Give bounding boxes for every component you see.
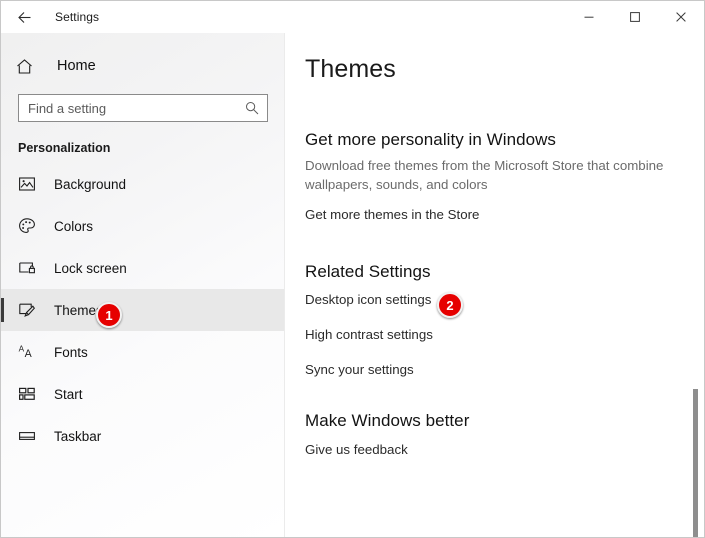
minimize-icon xyxy=(584,16,594,18)
section-heading: Make Windows better xyxy=(305,411,470,430)
link-row: High contrast settings xyxy=(305,327,704,342)
back-button[interactable] xyxy=(7,2,41,32)
sidebar-item-taskbar[interactable]: Taskbar xyxy=(1,415,284,457)
sidebar-section-title: Personalization xyxy=(18,141,111,155)
svg-text:A: A xyxy=(25,348,33,360)
link-get-more-themes-in-store[interactable]: Get more themes in the Store xyxy=(305,207,479,222)
sidebar-item-lock-screen[interactable]: Lock screen xyxy=(1,247,284,289)
link-sync-your-settings[interactable]: Sync your settings xyxy=(305,362,414,377)
link-give-us-feedback[interactable]: Give us feedback xyxy=(305,442,408,457)
callout-badge-2: 2 xyxy=(437,292,463,318)
sidebar-item-start[interactable]: Start xyxy=(1,373,284,415)
sidebar-item-label: Start xyxy=(54,386,83,402)
themes-brush-icon xyxy=(15,301,39,319)
section-heading: Get more personality in Windows xyxy=(305,130,556,149)
page-title: Themes xyxy=(305,55,396,83)
link-high-contrast-settings[interactable]: High contrast settings xyxy=(305,327,433,342)
link-desktop-icon-settings[interactable]: Desktop icon settings xyxy=(305,292,431,307)
sidebar-item-background[interactable]: Background xyxy=(1,163,284,205)
link-row: Desktop icon settings xyxy=(305,292,704,307)
section-get-more-personality: Get more personality in Windows Download… xyxy=(305,130,704,224)
link-row: Sync your settings xyxy=(305,362,704,377)
sidebar-item-colors[interactable]: Colors xyxy=(1,205,284,247)
callout-badge-1: 1 xyxy=(96,302,122,328)
sidebar-item-label: Lock screen xyxy=(54,260,127,276)
sidebar-item-label: Taskbar xyxy=(54,428,102,444)
search-icon xyxy=(245,101,259,115)
section-make-windows-better: Make Windows better Give us feedback xyxy=(305,411,704,459)
taskbar-icon xyxy=(15,427,39,445)
sidebar-item-themes[interactable]: Themes xyxy=(1,289,284,331)
main-content: Themes Get more personality in Windows D… xyxy=(285,33,704,537)
sidebar-nav-list: Background Colors Lock screen Themes A A… xyxy=(1,163,284,457)
sidebar-item-label: Fonts xyxy=(54,344,88,360)
lock-screen-icon xyxy=(15,259,39,277)
content-scrollbar[interactable] xyxy=(689,33,703,537)
search-input[interactable] xyxy=(19,95,267,121)
sidebar-item-fonts[interactable]: A A Fonts xyxy=(1,331,284,373)
fonts-aa-icon: A A xyxy=(15,343,39,361)
settings-window: Settings Home Find a setting Personaliza… xyxy=(0,0,705,538)
section-description: Download free themes from the Microsoft … xyxy=(305,158,664,192)
home-icon xyxy=(15,57,41,76)
section-related-settings: Related Settings Desktop icon settings H… xyxy=(305,262,704,377)
caption-button-group xyxy=(566,1,704,32)
window-title: Settings xyxy=(55,10,100,24)
close-icon xyxy=(676,11,686,22)
sidebar-item-home[interactable]: Home xyxy=(1,47,284,85)
scrollbar-thumb[interactable] xyxy=(693,389,698,537)
minimize-button[interactable] xyxy=(566,1,612,32)
sidebar: Home Personalization xyxy=(1,33,284,537)
sidebar-item-label: Colors xyxy=(54,218,94,234)
maximize-button[interactable] xyxy=(612,1,658,32)
start-tiles-icon xyxy=(15,385,39,403)
sidebar-item-label: Background xyxy=(54,176,127,192)
home-label: Home xyxy=(57,58,96,74)
search-box[interactable] xyxy=(18,94,268,122)
close-button[interactable] xyxy=(658,1,704,32)
palette-icon xyxy=(15,217,39,235)
maximize-icon xyxy=(630,11,640,22)
picture-icon xyxy=(15,175,39,193)
title-bar: Settings xyxy=(1,1,704,33)
back-arrow-icon xyxy=(17,11,30,23)
section-heading: Related Settings xyxy=(305,262,431,281)
